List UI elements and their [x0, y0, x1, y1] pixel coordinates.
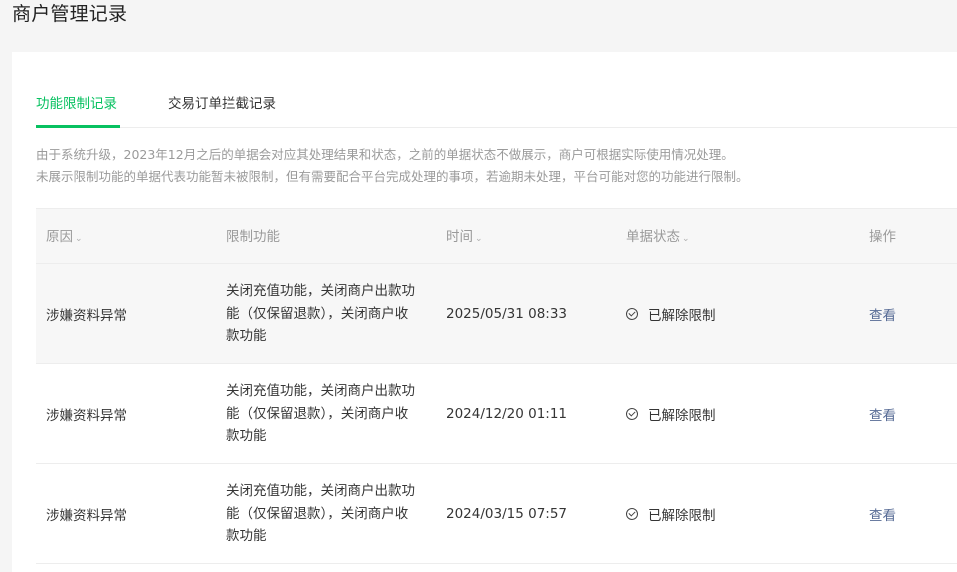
function-line: 关闭充值功能，关闭商户出款功 [226, 383, 415, 400]
tab-function-restriction[interactable]: 功能限制记录 [36, 92, 120, 128]
cell-action: 查看 [869, 264, 929, 364]
tab-order-interception[interactable]: 交易订单拦截记录 [168, 92, 276, 125]
records-card: 功能限制记录 交易订单拦截记录 由于系统升级，2023年12月之后的单据会对应其… [12, 52, 957, 572]
tab-bar: 功能限制记录 交易订单拦截记录 [36, 92, 957, 128]
notice-line-2: 未展示限制功能的单据代表功能暂未被限制，但有需要配合平台完成处理的事项，若逾期未… [36, 169, 749, 184]
function-line: 款功能 [226, 528, 267, 545]
function-line: 能（仅保留退款），关闭商户收 [226, 505, 409, 522]
chevron-down-icon: ⌄ [475, 234, 483, 244]
check-circle-icon [626, 408, 638, 420]
cell-status: 已解除限制 [626, 264, 826, 364]
header-time[interactable]: 时间 ⌄ [446, 209, 483, 267]
cell-reason: 涉嫌资料异常 [46, 508, 127, 524]
function-line: 关闭充值功能，关闭商户出款功 [226, 283, 415, 300]
status-label: 已解除限制 [648, 408, 716, 424]
cell-function: 关闭充值功能，关闭商户出款功 能（仅保留退款），关闭商户收 款功能 [226, 364, 431, 464]
notice-line-1: 由于系统升级，2023年12月之后的单据会对应其处理结果和状态，之前的单据状态不… [36, 147, 734, 162]
header-reason[interactable]: 原因 ⌄ [46, 209, 83, 267]
cell-time: 2025/05/31 08:33 [446, 306, 568, 322]
cell-status: 已解除限制 [626, 364, 826, 464]
header-status[interactable]: 单据状态 ⌄ [626, 209, 690, 267]
page-title: 商户管理记录 [12, 3, 128, 25]
function-line: 能（仅保留退款），关闭商户收 [226, 405, 409, 422]
table-row: 涉嫌资料异常 关闭充值功能，关闭商户出款功 能（仅保留退款），关闭商户收 款功能… [36, 364, 957, 464]
function-line: 能（仅保留退款），关闭商户收 [226, 305, 409, 322]
function-line: 关闭充值功能，关闭商户出款功 [226, 483, 415, 500]
header-time-label: 时间 [446, 229, 473, 245]
function-line: 款功能 [226, 428, 267, 445]
header-function: 限制功能 [226, 209, 280, 265]
cell-function: 关闭充值功能，关闭商户出款功 能（仅保留退款），关闭商户收 款功能 [226, 464, 431, 564]
function-line: 款功能 [226, 328, 267, 345]
check-circle-icon [626, 508, 638, 520]
header-status-label: 单据状态 [626, 229, 680, 245]
table-row: 涉嫌资料异常 关闭充值功能，关闭商户出款功 能（仅保留退款），关闭商户收 款功能… [36, 464, 957, 564]
status-label: 已解除限制 [648, 308, 716, 324]
chevron-down-icon: ⌄ [682, 234, 690, 244]
cell-function: 关闭充值功能，关闭商户出款功 能（仅保留退款），关闭商户收 款功能 [226, 264, 431, 364]
cell-reason: 涉嫌资料异常 [46, 408, 127, 424]
cell-action: 查看 [869, 464, 929, 564]
cell-time: 2024/03/15 07:57 [446, 506, 568, 522]
chevron-down-icon: ⌄ [75, 234, 83, 244]
notice: 由于系统升级，2023年12月之后的单据会对应其处理结果和状态，之前的单据状态不… [36, 144, 749, 188]
table-row: 涉嫌资料异常 关闭充值功能，关闭商户出款功 能（仅保留退款），关闭商户收 款功能… [36, 264, 957, 364]
view-link[interactable]: 查看 [869, 404, 896, 424]
header-reason-label: 原因 [46, 229, 73, 245]
cell-status: 已解除限制 [626, 464, 826, 564]
cell-time: 2024/12/20 01:11 [446, 406, 568, 422]
cell-action: 查看 [869, 364, 929, 464]
status-label: 已解除限制 [648, 508, 716, 524]
header-action: 操作 [869, 209, 896, 265]
table-header: 原因 ⌄ 限制功能 时间 ⌄ 单据状态 ⌄ 操作 [36, 208, 957, 264]
view-link[interactable]: 查看 [869, 304, 896, 324]
header-function-label: 限制功能 [226, 229, 280, 245]
check-circle-icon [626, 308, 638, 320]
records-table: 原因 ⌄ 限制功能 时间 ⌄ 单据状态 ⌄ 操作 涉嫌资料异常 关闭充值功能，关闭商户… [36, 208, 957, 564]
header-action-label: 操作 [869, 229, 896, 245]
cell-reason: 涉嫌资料异常 [46, 308, 127, 324]
view-link[interactable]: 查看 [869, 504, 896, 524]
